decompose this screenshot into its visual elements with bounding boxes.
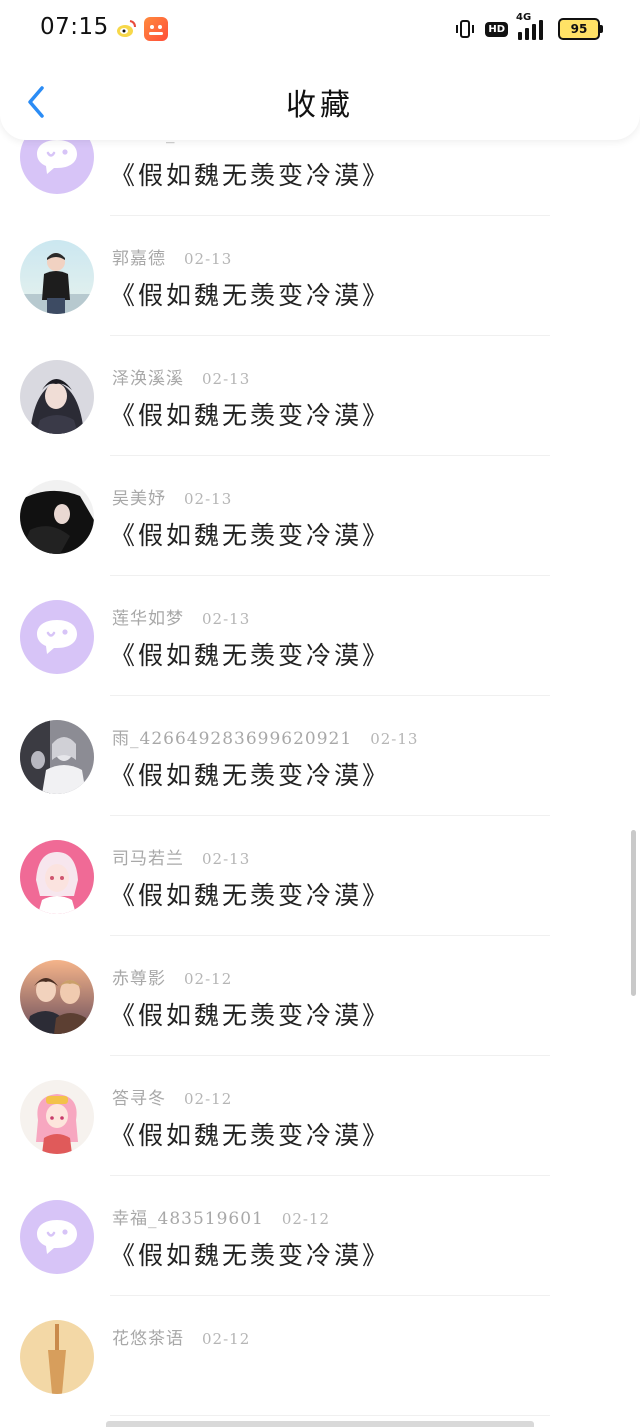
chat-bubble-icon bbox=[37, 140, 77, 174]
story-title[interactable]: 《假如魏无羡变冷漠》 bbox=[110, 996, 390, 1032]
vertical-scrollbar[interactable] bbox=[631, 830, 636, 996]
avatar-anime-icon bbox=[20, 360, 94, 434]
chat-bubble-icon bbox=[37, 620, 77, 654]
hd-badge: HD bbox=[485, 21, 508, 37]
battery-icon: 95 bbox=[558, 18, 603, 40]
story-title[interactable]: 《假如魏无羡变冷漠》 bbox=[110, 876, 390, 912]
list-item[interactable]: 花悠茶语 02-12 bbox=[0, 1296, 640, 1416]
chat-bubble-icon bbox=[37, 1220, 77, 1254]
list-item[interactable]: 幸福_483519601 02-12 《假如魏无羡变冷漠》 bbox=[0, 1176, 640, 1296]
date: 02-12 bbox=[184, 970, 233, 988]
username: 司马若兰 bbox=[112, 849, 184, 869]
story-title[interactable]: 《假如魏无羡变冷漠》 bbox=[110, 516, 390, 552]
list-item[interactable]: 郭嘉德 02-13 《假如魏无羡变冷漠》 bbox=[0, 216, 640, 336]
avatar[interactable] bbox=[20, 600, 94, 674]
username: 莲华如梦 bbox=[112, 609, 184, 629]
avatar[interactable] bbox=[20, 840, 94, 914]
story-title[interactable]: 《假如魏无羡变冷漠》 bbox=[110, 636, 390, 672]
signal-icon: 4G bbox=[516, 12, 548, 40]
list-item[interactable]: 泽涣溪溪 02-13 《假如魏无羡变冷漠》 bbox=[0, 336, 640, 456]
list-item[interactable]: 吴美妤 02-13 《假如魏无羡变冷漠》 bbox=[0, 456, 640, 576]
favorites-list: Elena_46157829870594 02-13 《假如魏无羡变冷漠》 bbox=[0, 48, 640, 1416]
item-meta: 泽涣溪溪 02-13 bbox=[112, 364, 250, 389]
vibrate-icon bbox=[455, 19, 475, 39]
username: 花悠茶语 bbox=[112, 1329, 184, 1349]
item-meta: 司马若兰 02-13 bbox=[112, 844, 250, 869]
date: 02-13 bbox=[202, 370, 251, 388]
avatar[interactable] bbox=[20, 240, 94, 314]
item-meta: 郭嘉德 02-13 bbox=[112, 244, 232, 269]
avatar[interactable] bbox=[20, 1080, 94, 1154]
avatar[interactable] bbox=[20, 1200, 94, 1274]
item-meta: 吴美妤 02-13 bbox=[112, 484, 232, 509]
weibo-notification-icon bbox=[114, 17, 138, 41]
avatar[interactable] bbox=[20, 960, 94, 1034]
item-meta: 雨_426649283699620921 02-13 bbox=[112, 724, 418, 749]
app-notification-icon bbox=[144, 17, 168, 41]
favorites-screen: Elena_46157829870594 02-13 《假如魏无羡变冷漠》 bbox=[0, 0, 640, 1427]
item-meta: 幸福_483519601 02-12 bbox=[112, 1204, 330, 1229]
item-meta: 赤尊影 02-12 bbox=[112, 964, 232, 989]
date: 02-13 bbox=[202, 610, 251, 628]
list-item[interactable]: 答寻冬 02-12 《假如魏无羡变冷漠》 bbox=[0, 1056, 640, 1176]
username: 雨_426649283699620921 bbox=[112, 729, 353, 749]
page-title: 收藏 bbox=[286, 88, 354, 123]
username: 郭嘉德 bbox=[112, 249, 166, 269]
username: 答寻冬 bbox=[112, 1089, 166, 1109]
story-title[interactable]: 《假如魏无羡变冷漠》 bbox=[110, 1116, 390, 1152]
date: 02-12 bbox=[202, 1330, 251, 1348]
nav-bar: 收藏 bbox=[0, 60, 640, 140]
story-title[interactable]: 《假如魏无羡变冷漠》 bbox=[110, 756, 390, 792]
avatar[interactable] bbox=[20, 720, 94, 794]
list-item[interactable]: 司马若兰 02-13 《假如魏无羡变冷漠》 bbox=[0, 816, 640, 936]
username: 泽涣溪溪 bbox=[112, 369, 184, 389]
item-meta: 花悠茶语 02-12 bbox=[112, 1324, 250, 1349]
story-title[interactable]: 《假如魏无羡变冷漠》 bbox=[110, 276, 390, 312]
top-bar: 07:15 HD 4G 95 收藏 bbox=[0, 0, 640, 140]
date: 02-12 bbox=[281, 1210, 331, 1228]
network-type: 4G bbox=[516, 12, 532, 23]
story-title[interactable]: 《假如魏无羡变冷漠》 bbox=[110, 396, 390, 432]
avatar-photo-icon bbox=[20, 240, 94, 314]
list-item[interactable]: 雨_426649283699620921 02-13 《假如魏无羡变冷漠》 bbox=[0, 696, 640, 816]
story-title[interactable]: 《假如魏无羡变冷漠》 bbox=[110, 1236, 390, 1272]
item-meta: 莲华如梦 02-13 bbox=[112, 604, 250, 629]
avatar-anime-icon bbox=[20, 960, 94, 1034]
avatar[interactable] bbox=[20, 1320, 94, 1394]
avatar-photo-icon bbox=[20, 1320, 94, 1394]
username: 赤尊影 bbox=[112, 969, 166, 989]
avatar-anime-icon bbox=[20, 480, 94, 554]
item-meta: 答寻冬 02-12 bbox=[112, 1084, 232, 1109]
avatar-anime-icon bbox=[20, 1080, 94, 1154]
status-time: 07:15 bbox=[40, 14, 109, 40]
date: 02-13 bbox=[370, 730, 419, 748]
date: 02-13 bbox=[184, 250, 233, 268]
system-icons: HD 4G 95 bbox=[455, 12, 603, 42]
avatar-anime-icon bbox=[20, 720, 94, 794]
list-item[interactable]: 赤尊影 02-12 《假如魏无羡变冷漠》 bbox=[0, 936, 640, 1056]
bottom-scroll-indicator bbox=[106, 1421, 534, 1427]
status-bar: 07:15 HD 4G 95 bbox=[0, 0, 640, 56]
date: 02-13 bbox=[184, 490, 233, 508]
avatar-anime-icon bbox=[20, 840, 94, 914]
date: 02-12 bbox=[184, 1090, 233, 1108]
story-title[interactable]: 《假如魏无羡变冷漠》 bbox=[110, 156, 390, 192]
avatar[interactable] bbox=[20, 360, 94, 434]
battery-level: 95 bbox=[570, 22, 588, 36]
date: 02-13 bbox=[202, 850, 251, 868]
avatar[interactable] bbox=[20, 480, 94, 554]
username: 吴美妤 bbox=[112, 489, 166, 509]
list-item[interactable]: 莲华如梦 02-13 《假如魏无羡变冷漠》 bbox=[0, 576, 640, 696]
username: 幸福_483519601 bbox=[112, 1209, 264, 1229]
